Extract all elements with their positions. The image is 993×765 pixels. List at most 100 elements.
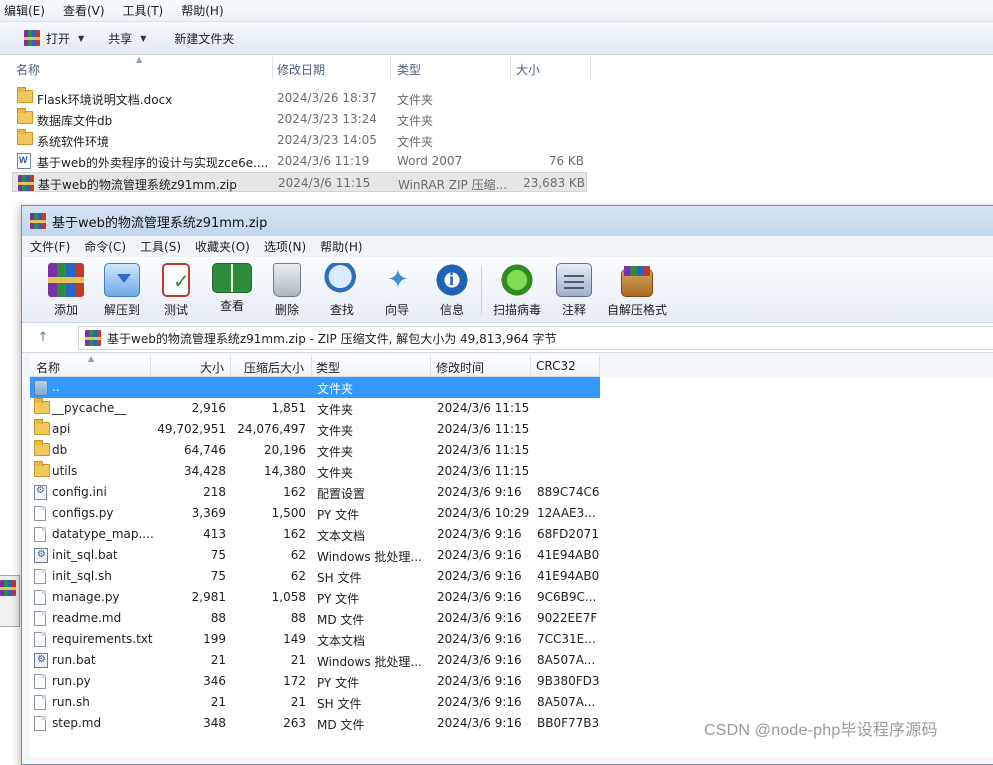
winrar-title-bar[interactable]: 基于web的物流管理系统z91mm.zip [22, 206, 993, 236]
menu-file[interactable]: 文件(F) [30, 238, 70, 255]
entry-crc: BB0F77B3 [537, 716, 600, 730]
column-type[interactable]: 类型 [397, 61, 421, 78]
archive-row[interactable]: init_sql.bat 75 62 Windows 批处理... 2024/3… [30, 545, 600, 566]
archive-row[interactable]: run.bat 21 21 Windows 批处理... 2024/3/6 9:… [30, 650, 600, 671]
entry-modified: 2024/3/6 11:15 [437, 443, 530, 457]
column-divider[interactable] [230, 355, 231, 377]
delete-button[interactable]: 删除 [257, 263, 317, 321]
column-divider[interactable] [390, 57, 391, 79]
menu-favorites[interactable]: 收藏夹(O) [195, 238, 250, 255]
extract-button[interactable]: 解压到 [92, 263, 152, 321]
entry-crc: 9C6B9C... [537, 590, 597, 604]
column-type[interactable]: 类型 [316, 359, 340, 376]
archive-row[interactable]: config.ini 218 162 配置设置 2024/3/6 9:16 88… [30, 482, 600, 503]
explorer-row-selected[interactable]: 基于web的物流管理系统z91mm.zip 2024/3/6 11:15 Win… [12, 172, 587, 192]
archive-row[interactable]: run.sh 21 21 SH 文件 2024/3/6 9:16 8A507A.… [30, 692, 600, 713]
menu-commands[interactable]: 命令(C) [84, 238, 126, 255]
info-button[interactable]: 信息 [422, 263, 482, 321]
file-name: 基于web的物流管理系统z91mm.zip [38, 178, 237, 192]
archive-row[interactable]: configs.py 3,369 1,500 PY 文件 2024/3/6 10… [30, 503, 600, 524]
explorer-menu-view[interactable]: 查看(V) [59, 2, 109, 19]
column-divider[interactable] [430, 355, 431, 377]
test-button[interactable]: 测试 [146, 263, 206, 321]
archive-row[interactable]: run.py 346 172 PY 文件 2024/3/6 9:16 9B380… [30, 671, 600, 692]
column-divider[interactable] [272, 57, 273, 79]
folder-icon [34, 440, 50, 456]
column-divider[interactable] [590, 57, 591, 79]
explorer-row[interactable]: 数据库文件db 2024/3/23 13:24 文件夹 [12, 108, 587, 129]
path-field[interactable]: 基于web的物流管理系统z91mm.zip - ZIP 压缩文件, 解包大小为 … [78, 326, 993, 350]
archive-row[interactable]: readme.md 88 88 MD 文件 2024/3/6 9:16 9022… [30, 608, 600, 629]
column-name[interactable]: 名称 [16, 61, 40, 78]
archive-row[interactable]: datatype_map.... 413 162 文本文档 2024/3/6 9… [30, 524, 600, 545]
add-button[interactable]: 添加 [36, 263, 96, 321]
entry-name: db [52, 443, 68, 457]
menu-tools[interactable]: 工具(S) [140, 238, 181, 255]
archive-row[interactable]: requirements.txt 199 149 文本文档 2024/3/6 9… [30, 629, 600, 650]
column-size[interactable]: 大小 [516, 61, 540, 78]
file-date: 2024/3/6 11:19 [277, 154, 370, 168]
column-crc[interactable]: CRC32 [536, 359, 576, 373]
file-type: Word 2007 [397, 154, 463, 168]
column-packed[interactable]: 压缩后大小 [244, 359, 304, 376]
archive-row[interactable]: init_sql.sh 75 62 SH 文件 2024/3/6 9:16 41… [30, 566, 600, 587]
column-divider[interactable] [311, 355, 312, 377]
column-divider[interactable] [530, 355, 531, 377]
explorer-row[interactable]: 系统软件环境 2024/3/23 14:05 文件夹 [12, 129, 587, 150]
file-type: 文件夹 [397, 114, 434, 128]
entry-packed: 21 [290, 695, 306, 709]
entry-name: requirements.txt [52, 632, 153, 646]
entry-name: readme.md [52, 611, 122, 625]
comment-button[interactable]: 注释 [544, 263, 604, 321]
explorer-row[interactable]: Flask环境说明文档.docx 2024/3/26 18:37 文件夹 [12, 87, 587, 108]
entry-name: manage.py [52, 590, 120, 604]
column-divider[interactable] [510, 57, 511, 79]
find-label: 查找 [329, 303, 354, 317]
entry-modified: 2024/3/6 9:16 [437, 653, 522, 667]
entry-modified: 2024/3/6 9:16 [437, 632, 522, 646]
column-divider[interactable] [150, 355, 151, 377]
file-icon [34, 506, 46, 521]
scan-virus-button[interactable]: 扫描病毒 [487, 263, 547, 321]
sort-ascending-icon: ▲ [88, 354, 95, 363]
explorer-menu-edit[interactable]: 编辑(E) [0, 2, 49, 19]
entry-packed: 1,058 [271, 590, 306, 604]
entry-crc: 12AAE3... [537, 506, 596, 520]
folder-icon [34, 419, 50, 435]
explorer-row[interactable]: 基于web的外卖程序的设计与实现zce6e.... 2024/3/6 11:19… [12, 151, 587, 171]
up-arrow-icon[interactable]: ↑ [30, 327, 56, 349]
archive-row[interactable]: db 64,746 20,196 文件夹 2024/3/6 11:15 [30, 440, 600, 461]
background-window-fragment [0, 575, 20, 627]
column-modified[interactable]: 修改时间 [436, 359, 484, 376]
entry-crc: 68FD2071 [537, 527, 599, 541]
column-divider[interactable] [599, 355, 600, 377]
explorer-menu-tools[interactable]: 工具(T) [119, 2, 168, 19]
column-date[interactable]: 修改日期 [277, 61, 325, 78]
column-size[interactable]: 大小 [200, 359, 224, 376]
sfx-label: 自解压格式 [606, 303, 667, 317]
file-icon [34, 632, 46, 647]
open-button[interactable]: 打开 ▼ [18, 25, 90, 51]
column-name[interactable]: 名称 [36, 359, 60, 376]
entry-crc: 7CC31E... [537, 632, 596, 646]
share-button[interactable]: 共享 ▼ [102, 25, 152, 51]
archive-row-parent[interactable]: .. 文件夹 [30, 377, 600, 398]
archive-row[interactable]: api 49,702,951 24,076,497 文件夹 2024/3/6 1… [30, 419, 600, 440]
entry-packed: 162 [283, 485, 306, 499]
file-type: 文件夹 [397, 93, 434, 107]
sfx-button[interactable]: 自解压格式 [606, 263, 668, 321]
explorer-column-header: ▲ 名称 修改日期 类型 大小 [0, 55, 993, 81]
explorer-menu-help[interactable]: 帮助(H) [177, 2, 227, 19]
archive-row[interactable]: utils 34,428 14,380 文件夹 2024/3/6 11:15 [30, 461, 600, 482]
new-folder-button[interactable]: 新建文件夹 [168, 25, 240, 51]
archive-row[interactable]: step.md 348 263 MD 文件 2024/3/6 9:16 BB0F… [30, 713, 600, 734]
menu-options[interactable]: 选项(N) [264, 238, 306, 255]
archive-row[interactable]: manage.py 2,981 1,058 PY 文件 2024/3/6 9:1… [30, 587, 600, 608]
menu-help[interactable]: 帮助(H) [320, 238, 362, 255]
archive-row[interactable]: __pycache__ 2,916 1,851 文件夹 2024/3/6 11:… [30, 398, 600, 419]
comment-icon [556, 263, 592, 297]
find-button[interactable]: 查找 [312, 263, 372, 321]
folder-icon [17, 129, 33, 145]
wizard-button[interactable]: 向导 [367, 263, 427, 321]
view-button[interactable]: 查看 [202, 263, 262, 321]
